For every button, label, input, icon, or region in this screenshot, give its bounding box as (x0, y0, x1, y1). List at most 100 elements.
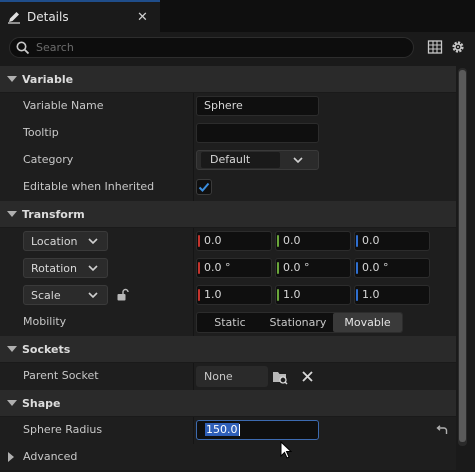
variable-name-label: Variable Name (23, 99, 104, 112)
column-divider[interactable] (193, 417, 194, 444)
reset-to-default-icon[interactable] (436, 425, 448, 437)
row-sphere-radius: Sphere Radius 150.0 (0, 417, 456, 444)
mobility-label: Mobility (23, 315, 67, 328)
clear-x-icon[interactable] (301, 370, 314, 383)
collapse-arrow-icon (7, 400, 17, 406)
location-x-value: 0.0 (204, 234, 222, 247)
column-divider[interactable] (193, 282, 194, 309)
search-icon (16, 41, 30, 54)
location-y-input[interactable]: 0.0 (275, 231, 351, 251)
parent-socket-field[interactable]: None (196, 366, 268, 387)
collapse-arrow-icon (7, 76, 17, 82)
section-title: Sockets (22, 342, 71, 356)
settings-gear-icon[interactable] (450, 39, 466, 55)
row-advanced[interactable]: Advanced (0, 444, 456, 470)
section-header-sockets[interactable]: Sockets (0, 336, 456, 362)
row-category: Category Default (0, 147, 456, 174)
location-y-value: 0.0 (283, 234, 301, 247)
section-title: Variable (22, 72, 74, 86)
chevron-down-icon (88, 265, 98, 272)
mobility-static-option[interactable]: Static (197, 313, 263, 332)
mobility-segmented-control: Static Stationary Movable (196, 312, 403, 333)
location-z-input[interactable]: 0.0 (354, 231, 430, 251)
section-header-variable[interactable]: Variable (0, 66, 456, 92)
section-title: Transform (22, 207, 85, 221)
tooltip-label: Tooltip (23, 126, 59, 139)
location-label: Location (31, 235, 78, 248)
category-value: Default (210, 153, 251, 166)
close-icon[interactable]: ✕ (137, 10, 148, 25)
row-variable-name: Variable Name Sphere (0, 93, 456, 120)
scrollbar-thumb[interactable] (459, 70, 466, 442)
x-axis-marker (198, 262, 200, 274)
rotation-dropdown[interactable]: Rotation (23, 258, 108, 278)
rotation-x-input[interactable]: 0.0 ° (196, 258, 272, 278)
tooltip-input[interactable] (196, 123, 319, 143)
mobility-stationary-option[interactable]: Stationary (263, 313, 333, 332)
column-divider[interactable] (193, 93, 194, 120)
section-header-shape[interactable]: Shape (0, 390, 456, 416)
browse-socket-icon[interactable] (272, 369, 288, 385)
sphere-radius-label: Sphere Radius (23, 423, 103, 436)
checkmark-icon (198, 182, 210, 192)
scale-x-input[interactable]: 1.0 (196, 285, 272, 305)
editable-checkbox[interactable] (196, 179, 212, 195)
editable-label: Editable when Inherited (23, 180, 155, 193)
search-row (0, 32, 475, 62)
pencil-icon (8, 12, 20, 24)
row-rotation: Rotation 0.0 ° 0.0 ° 0.0 ° (0, 255, 456, 282)
rotation-y-input[interactable]: 0.0 ° (275, 258, 351, 278)
section-header-transform[interactable]: Transform (0, 201, 456, 227)
category-label: Category (23, 153, 74, 166)
chevron-down-icon (293, 157, 303, 164)
scale-z-input[interactable]: 1.0 (354, 285, 430, 305)
column-divider[interactable] (193, 255, 194, 282)
collapse-arrow-icon (7, 346, 17, 352)
rotation-z-value: 0.0 ° (362, 261, 389, 274)
column-divider[interactable] (193, 309, 194, 336)
column-divider[interactable] (193, 228, 194, 255)
chevron-down-icon (88, 292, 98, 299)
tab-details[interactable]: Details ✕ (0, 0, 160, 32)
tab-bar: Details ✕ (0, 0, 475, 32)
tab-title: Details (27, 10, 69, 24)
table-view-icon[interactable] (427, 39, 443, 55)
search-box[interactable] (9, 37, 414, 58)
parent-socket-label: Parent Socket (23, 369, 99, 382)
column-divider[interactable] (193, 120, 194, 147)
row-mobility: Mobility Static Stationary Movable (0, 309, 456, 336)
variable-name-input[interactable]: Sphere (196, 96, 319, 116)
rotation-z-input[interactable]: 0.0 ° (354, 258, 430, 278)
unlock-icon[interactable] (116, 288, 130, 302)
column-divider[interactable] (193, 147, 194, 174)
x-axis-marker (198, 289, 200, 301)
sphere-radius-input[interactable]: 150.0 (196, 420, 319, 440)
location-x-input[interactable]: 0.0 (196, 231, 272, 251)
row-location: Location 0.0 0.0 0.0 (0, 228, 456, 255)
expand-arrow-icon (8, 452, 14, 462)
rotation-y-value: 0.0 ° (283, 261, 310, 274)
search-input[interactable] (36, 41, 396, 54)
scale-x-value: 1.0 (204, 288, 222, 301)
row-scale: Scale 1.0 1.0 1.0 (0, 282, 456, 309)
location-z-value: 0.0 (362, 234, 380, 247)
column-divider[interactable] (193, 363, 194, 390)
category-dropdown[interactable]: Default (196, 150, 319, 170)
rotation-x-value: 0.0 ° (204, 261, 231, 274)
rotation-label: Rotation (31, 262, 78, 275)
location-dropdown[interactable]: Location (23, 231, 108, 251)
x-axis-marker (198, 235, 200, 247)
advanced-label: Advanced (23, 450, 78, 463)
scale-dropdown[interactable]: Scale (23, 285, 108, 305)
y-axis-marker (277, 235, 279, 247)
scale-z-value: 1.0 (362, 288, 380, 301)
chevron-down-icon (88, 238, 98, 245)
mobility-movable-option[interactable]: Movable (333, 313, 402, 332)
column-divider[interactable] (193, 174, 194, 201)
scale-y-input[interactable]: 1.0 (275, 285, 351, 305)
row-editable-inherited: Editable when Inherited (0, 174, 456, 201)
text-cursor (238, 424, 240, 436)
selected-text: 150.0 (205, 423, 239, 436)
details-panel: Variable Variable Name Sphere Tooltip Ca… (0, 32, 475, 472)
scale-y-value: 1.0 (283, 288, 301, 301)
